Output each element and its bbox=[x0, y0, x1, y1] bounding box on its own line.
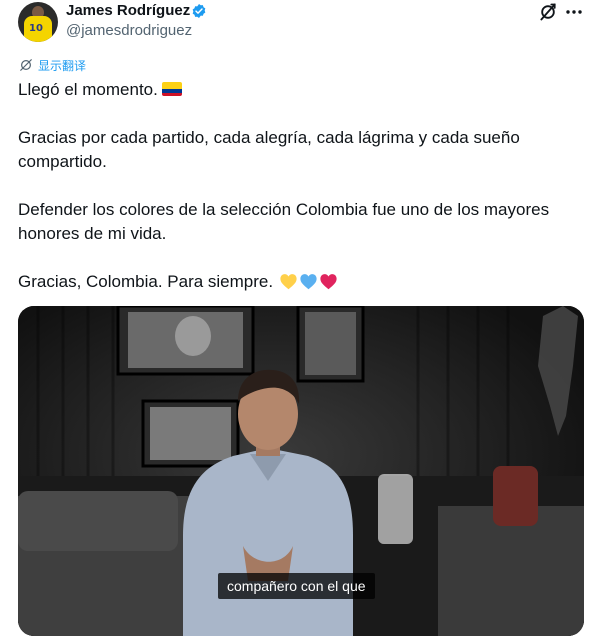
grok-icon[interactable] bbox=[538, 2, 558, 22]
avatar-jersey-number: 10 bbox=[29, 23, 43, 34]
avatar[interactable]: 10 bbox=[18, 2, 58, 42]
author-handle[interactable]: @jamesdrodriguez bbox=[66, 22, 192, 40]
tweet-video[interactable]: compañero con el que bbox=[18, 306, 584, 636]
more-options-icon[interactable] bbox=[565, 4, 583, 20]
colombia-flag-icon bbox=[161, 82, 182, 96]
tweet-text: Llegó el momento. Gracias por cada parti… bbox=[18, 78, 578, 318]
author-display-name[interactable]: James Rodríguez bbox=[66, 2, 190, 20]
show-translation-label: 显示翻译 bbox=[38, 58, 87, 73]
red-heart-icon bbox=[320, 274, 337, 290]
tweet-line-4-text: Gracias, Colombia. Para siempre. bbox=[18, 272, 274, 291]
blue-heart-icon bbox=[300, 274, 317, 290]
translate-icon bbox=[20, 59, 32, 71]
yellow-heart-icon bbox=[280, 274, 297, 290]
verified-badge-icon bbox=[192, 4, 206, 18]
tweet-line-4: Gracias, Colombia. Para siempre. bbox=[18, 270, 578, 294]
tweet-line-3: Defender los colores de la selección Col… bbox=[18, 200, 550, 243]
tweet-line-1: Llegó el momento. bbox=[18, 78, 578, 102]
video-subtitle: compañero con el que bbox=[218, 573, 375, 599]
tweet-line-2: Gracias por cada partido, cada alegría, … bbox=[18, 128, 520, 171]
show-translation-link[interactable]: 显示翻译 bbox=[19, 56, 86, 74]
tweet-line-1-text: Llegó el momento. bbox=[18, 80, 158, 99]
